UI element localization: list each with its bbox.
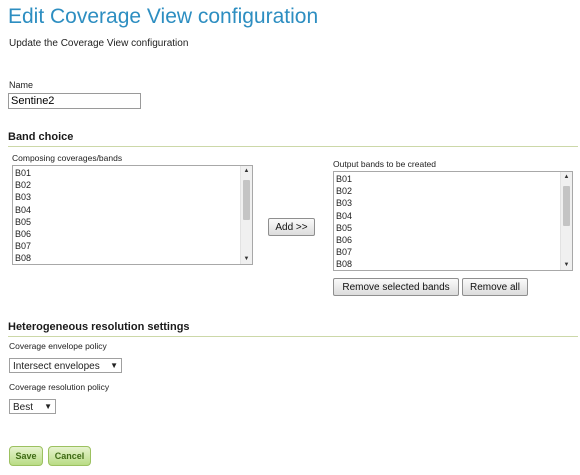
list-item[interactable]: B04	[15, 204, 31, 216]
envelope-policy-value: Intersect envelopes	[13, 361, 100, 372]
page-title: Edit Coverage View configuration	[8, 5, 319, 28]
composing-bands-items: B01 B02 B03 B04 B05 B06 B07 B08	[15, 167, 31, 264]
resolution-policy-value: Best	[13, 402, 34, 413]
output-bands-scrollbar[interactable]: ▲ ▼	[560, 172, 572, 270]
scroll-down-icon[interactable]: ▼	[241, 254, 252, 264]
output-bands-items: B01 B02 B03 B04 B05 B06 B07 B08	[336, 173, 352, 270]
resolution-policy-label: Coverage resolution policy	[9, 382, 110, 392]
scroll-up-icon[interactable]: ▲	[241, 166, 252, 176]
list-item[interactable]: B07	[15, 240, 31, 252]
list-item[interactable]: B03	[15, 191, 31, 203]
name-label: Name	[9, 80, 34, 90]
list-item[interactable]: B01	[15, 167, 31, 179]
list-item[interactable]: B05	[15, 216, 31, 228]
list-item[interactable]: B02	[336, 185, 352, 197]
list-item[interactable]: B06	[15, 228, 31, 240]
list-item[interactable]: B01	[336, 173, 352, 185]
band-choice-divider	[8, 146, 578, 147]
list-item[interactable]: B05	[336, 222, 352, 234]
resolution-settings-divider	[8, 336, 578, 337]
composing-bands-label: Composing coverages/bands	[12, 153, 123, 163]
resolution-policy-select[interactable]: Best ▼	[9, 399, 56, 414]
remove-all-button[interactable]: Remove all	[462, 278, 528, 296]
list-item[interactable]: B02	[15, 179, 31, 191]
resolution-settings-heading: Heterogeneous resolution settings	[8, 321, 190, 333]
remove-selected-bands-button[interactable]: Remove selected bands	[333, 278, 459, 296]
list-item[interactable]: B06	[336, 234, 352, 246]
output-bands-label: Output bands to be created	[333, 159, 437, 169]
scrollbar-thumb[interactable]	[243, 180, 250, 220]
list-item[interactable]: B03	[336, 197, 352, 209]
envelope-policy-select[interactable]: Intersect envelopes ▼	[9, 358, 122, 373]
scroll-up-icon[interactable]: ▲	[561, 172, 572, 182]
page-subtitle: Update the Coverage View configuration	[9, 38, 189, 49]
list-item[interactable]: B08	[336, 258, 352, 270]
envelope-policy-label: Coverage envelope policy	[9, 341, 107, 351]
add-bands-button[interactable]: Add >>	[268, 218, 315, 236]
composing-bands-listbox[interactable]: B01 B02 B03 B04 B05 B06 B07 B08 ▲ ▼	[12, 165, 253, 265]
list-item[interactable]: B08	[15, 252, 31, 264]
scrollbar-thumb[interactable]	[563, 186, 570, 226]
cancel-button[interactable]: Cancel	[48, 446, 91, 466]
chevron-down-icon: ▼	[110, 361, 118, 370]
list-item[interactable]: B07	[336, 246, 352, 258]
list-item[interactable]: B04	[336, 210, 352, 222]
composing-bands-scrollbar[interactable]: ▲ ▼	[240, 166, 252, 264]
chevron-down-icon: ▼	[44, 402, 52, 411]
band-choice-heading: Band choice	[8, 131, 74, 143]
save-button[interactable]: Save	[9, 446, 43, 466]
scroll-down-icon[interactable]: ▼	[561, 260, 572, 270]
output-bands-listbox[interactable]: B01 B02 B03 B04 B05 B06 B07 B08 ▲ ▼	[333, 171, 573, 271]
name-input[interactable]	[8, 93, 141, 109]
